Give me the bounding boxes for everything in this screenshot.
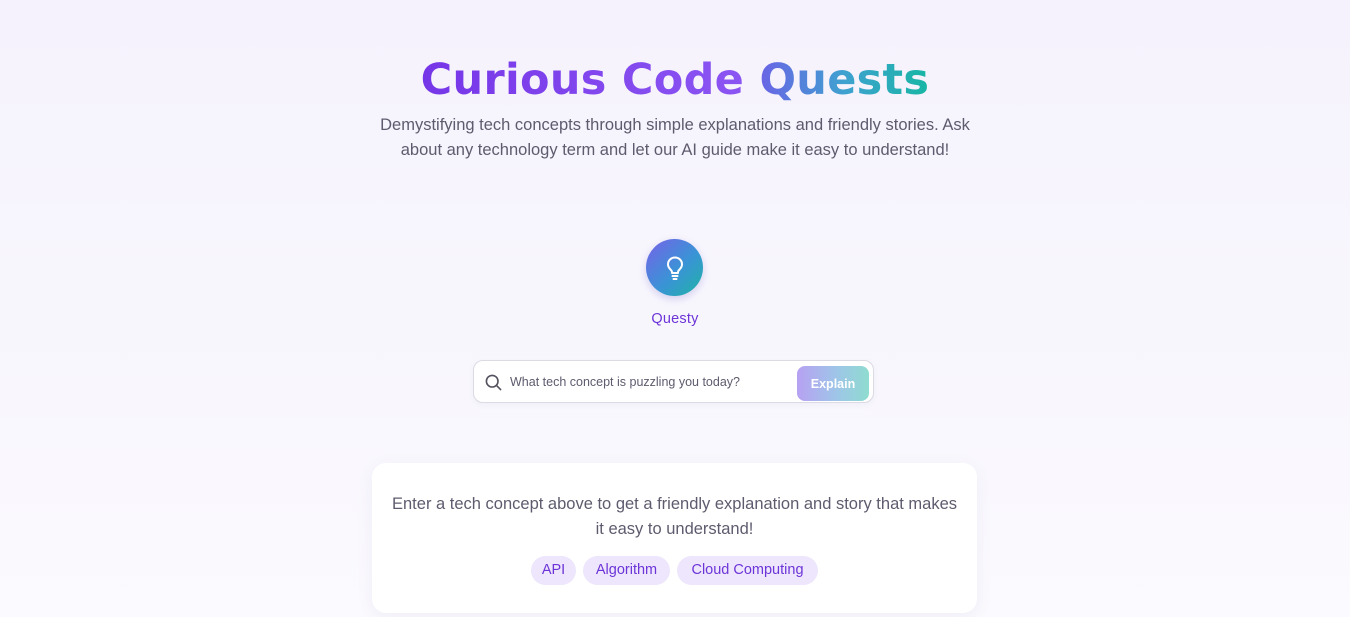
- title-part-quests: Quests: [759, 55, 930, 105]
- page-title: Curious Code Quests: [0, 52, 1350, 108]
- empty-state-card: Enter a tech concept above to get a frie…: [372, 463, 977, 613]
- search-input[interactable]: [510, 369, 790, 395]
- suggestion-chip-cloud-computing[interactable]: Cloud Computing: [677, 556, 818, 585]
- title-part-curious-code: Curious Code: [420, 55, 745, 105]
- guide-avatar: [646, 239, 703, 296]
- page: Curious Code Quests Demystifying tech co…: [0, 0, 1350, 617]
- search-icon: [485, 374, 502, 391]
- explain-button[interactable]: Explain: [797, 366, 869, 401]
- guide-name: Questy: [651, 311, 699, 327]
- empty-state-message: Enter a tech concept above to get a frie…: [392, 495, 958, 538]
- suggestion-chip-algorithm[interactable]: Algorithm: [583, 556, 670, 585]
- suggestion-chip-api[interactable]: API: [531, 556, 576, 585]
- page-subtitle: Demystifying tech concepts through simpl…: [380, 116, 970, 159]
- lightbulb-icon: [663, 255, 687, 281]
- search-bar: Explain: [473, 360, 874, 403]
